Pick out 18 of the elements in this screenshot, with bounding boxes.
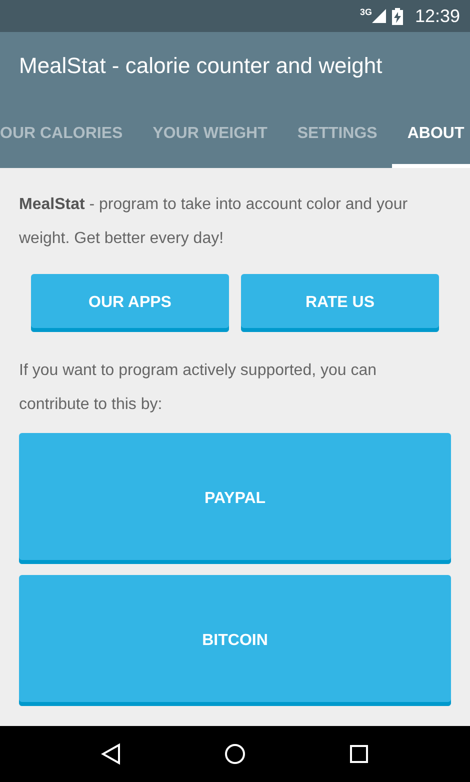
support-text: If you want to program actively supported, you can contribute to this by: — [19, 361, 378, 415]
recents-icon[interactable] — [348, 744, 369, 764]
battery-icon — [392, 8, 403, 24]
network-type: 3G — [360, 7, 372, 17]
tab[interactable]: SETTINGS — [282, 100, 392, 168]
clock-time: 12:39 — [414, 6, 460, 26]
app-title: MealStat - calorie counter and weight — [19, 53, 382, 79]
description-text: MealStat - program to take into account color and your weight. Get better every day! — [19, 195, 409, 249]
donate-button[interactable]: BITCOIN — [19, 575, 451, 706]
tab[interactable]: OUR CALORIES — [0, 100, 138, 168]
donate-button[interactable]: PAYPAL — [19, 433, 451, 564]
home-icon[interactable] — [224, 743, 246, 765]
tab[interactable]: YOUR WEIGHT — [138, 100, 282, 168]
back-icon[interactable] — [101, 743, 122, 765]
action-button[interactable]: OUR APPS — [31, 274, 229, 332]
signal-icon — [372, 9, 386, 23]
action-button[interactable]: RATE US — [241, 274, 439, 332]
tab[interactable]: ABOUT — [392, 100, 470, 168]
